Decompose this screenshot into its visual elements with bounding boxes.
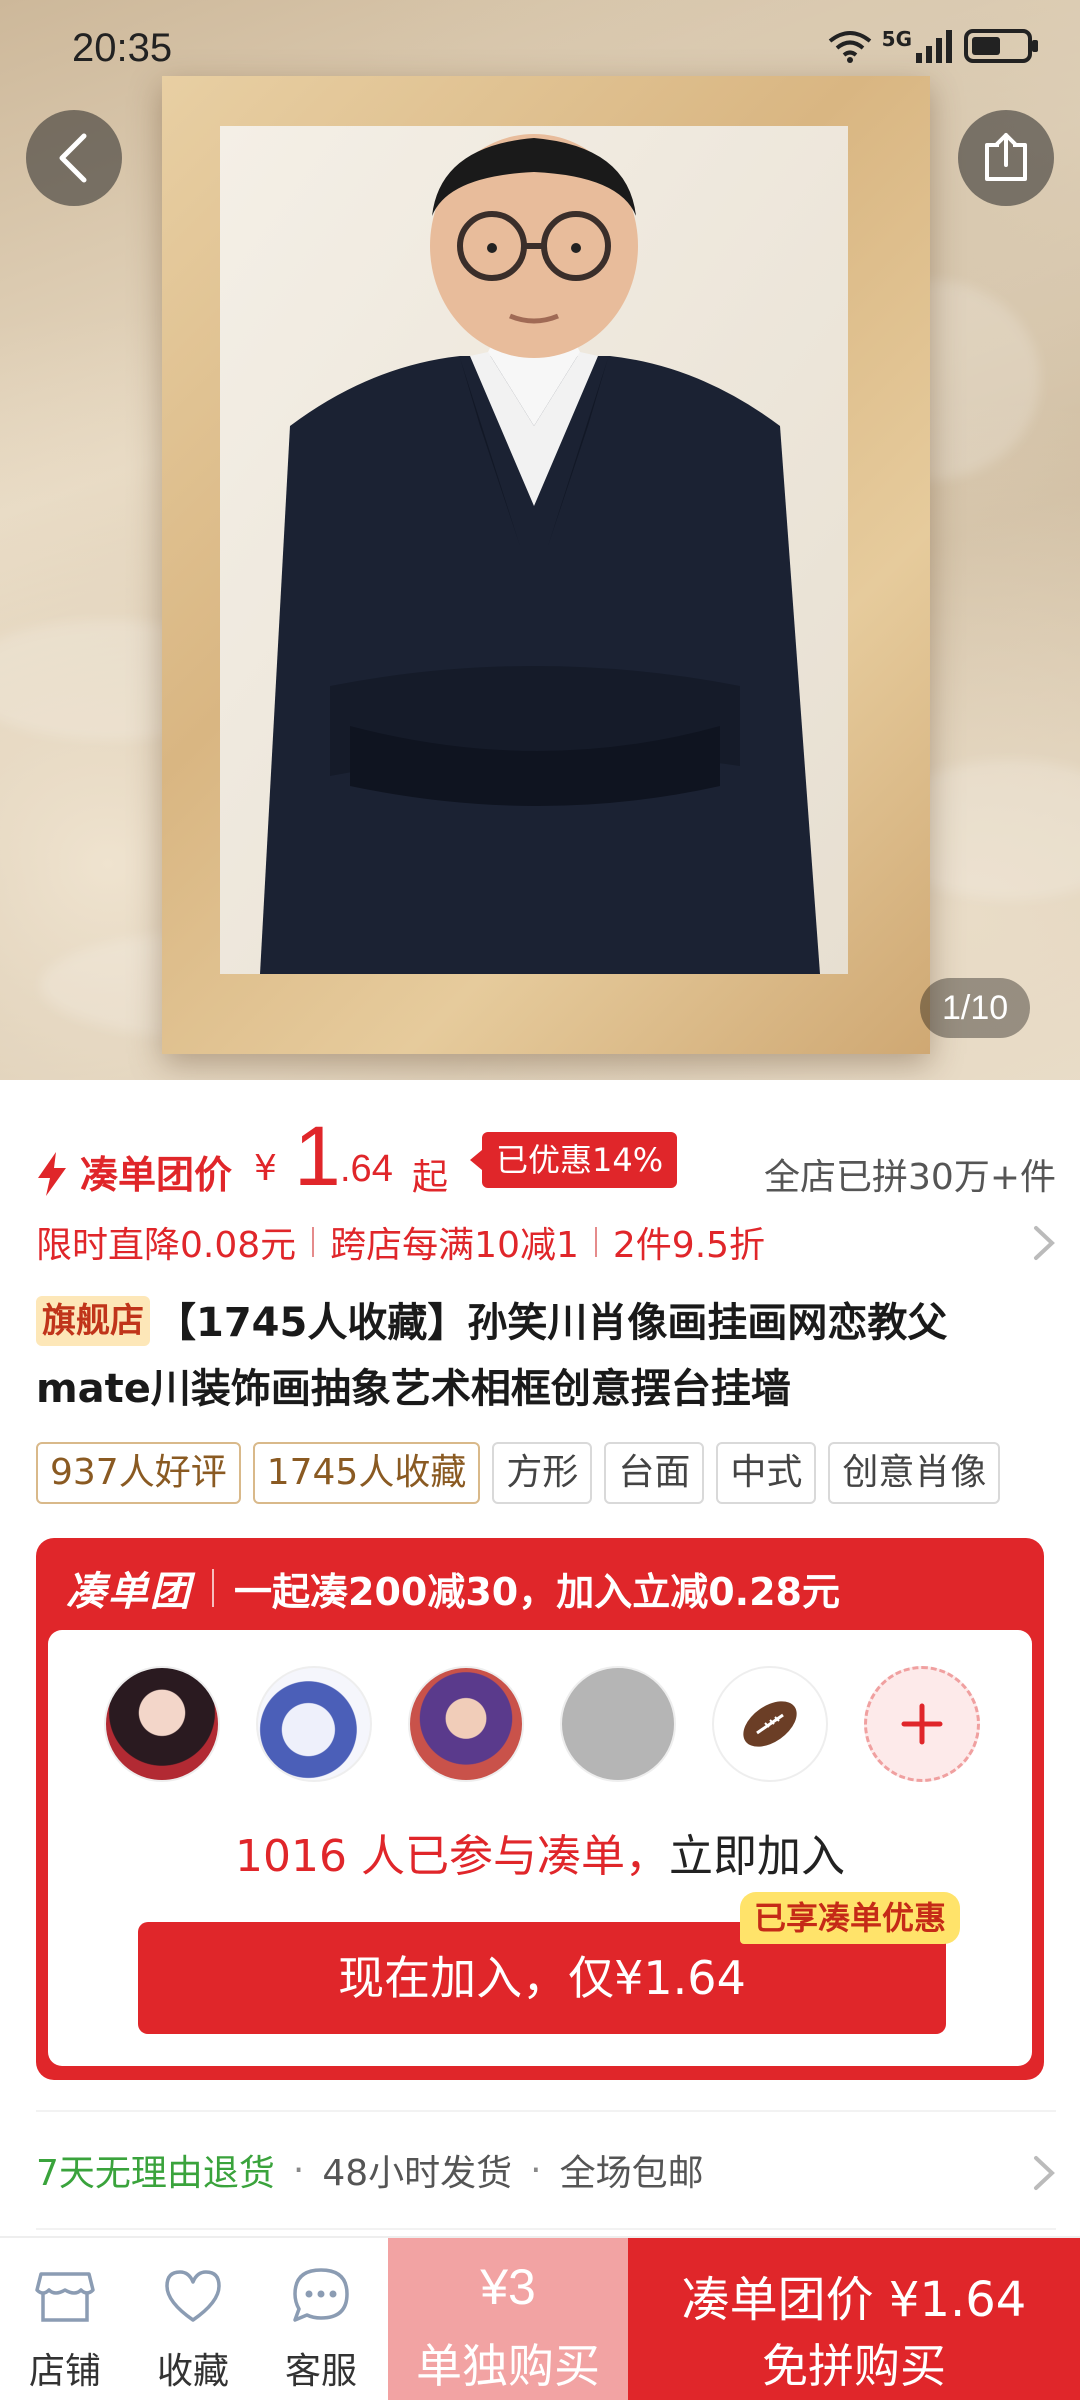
chevron-left-icon [59,133,87,183]
single-price: ¥3 [480,2259,536,2315]
product-title-text: 【1745人收藏】孙笑川肖像画挂画网恋教父mate川装饰画抽象艺术相框创意摆台挂… [36,1300,948,1412]
favorite-label: 收藏 [156,2351,229,2392]
sold-count: 全店已拼30万+件 [764,1157,1056,1198]
share-icon [985,133,1027,181]
free-shipping: 全场包邮 [559,2153,704,2194]
store-icon [35,2272,95,2322]
favorite-button[interactable]: 收藏 [128,2238,258,2400]
avatar[interactable] [712,1666,828,1782]
tag-reviews[interactable]: 937人好评 [36,1442,241,1504]
participants-summary: 1016 人已参与凑单，立即加入 [48,1820,1032,1884]
product-image-gallery[interactable]: 20:35 5G 1/10 [0,0,1080,1080]
shipping-time: 48小时发货 [322,2153,513,2194]
flagship-store-tag: 旗舰店 [36,1296,150,1346]
customer-service-button[interactable]: 客服 [256,2238,386,2400]
tag-style[interactable]: 中式 [716,1442,817,1504]
participants-count: 1016 人已参与凑单， [235,1831,669,1882]
wifi-icon [828,31,871,63]
photo-frame [162,76,930,1054]
group-buy-header: 凑单团 一起凑200减30，加入立减0.28元 [66,1556,840,1620]
tag-row: 937人好评 1745人收藏 方形 台面 中式 创意肖像 [36,1442,1080,1504]
tag-shape[interactable]: 方形 [492,1442,593,1504]
avatar[interactable] [104,1666,220,1782]
status-time: 20:35 [72,26,173,70]
service-separator: · [530,2149,542,2191]
portrait-illustration [220,126,848,974]
plus-icon [901,1703,943,1745]
group-buy-card: 凑单团 一起凑200减30，加入立减0.28元 1016 人已参与凑单，立即加入… [36,1538,1044,2080]
promotion-item: 跨店每满10减1 [330,1225,579,1266]
promotion-divider [594,1227,597,1257]
back-button[interactable] [26,110,122,206]
single-label: 单独购买 [416,2339,600,2393]
heart-icon [165,2270,221,2322]
status-bar: 20:35 5G [0,0,1080,100]
bottom-action-bar: 店铺 收藏 客服 ¥3 单独购买 凑单团价 ¥1.64 免拼购买 [0,2236,1080,2400]
group-label: 免拼购买 [762,2339,946,2393]
status-icons: 5G [828,27,1040,64]
promotion-row[interactable]: 限时直降0.08元 跨店每满10减1 2件9.5折 [36,1212,1056,1272]
football-icon [743,1701,797,1747]
product-title: 旗舰店 【1745人收藏】孙笑川肖像画挂画网恋教父mate川装饰画抽象艺术相框创意… [36,1290,1046,1422]
add-participant-button[interactable] [864,1666,980,1782]
group-buy-button[interactable]: 凑单团价 ¥1.64 免拼购买 [628,2238,1080,2400]
battery-icon [964,29,1038,63]
tag-theme[interactable]: 创意肖像 [828,1442,1001,1504]
price-decimal: .64 [340,1148,393,1190]
customer-service-label: 客服 [284,2351,357,2392]
chevron-right-icon [1034,2156,1055,2190]
promotion-divider [312,1227,315,1257]
group-buy-body: 1016 人已参与凑单，立即加入 现在加入，仅¥1.64 已享凑单优惠 [48,1630,1032,2066]
price-label: 凑单团价 [80,1153,233,1197]
share-button[interactable] [958,110,1054,206]
price-currency: ¥ [254,1148,277,1189]
service-separator: · [292,2149,305,2191]
discount-applied-badge: 已享凑单优惠 [740,1892,961,1944]
avatar[interactable] [408,1666,524,1782]
image-counter: 1/10 [920,978,1031,1038]
network-type: 5G [881,27,912,51]
service-guarantees[interactable]: 7天无理由退货 · 48小时发货 · 全场包邮 [36,2110,1056,2230]
lightning-icon [38,1152,66,1196]
price-row: 凑单团价 ¥ 1 .64 起 已优惠14% 全店已拼30万+件 [36,1108,1056,1208]
avatar[interactable] [256,1666,372,1782]
chevron-right-icon [1034,1226,1055,1260]
signal-icon [916,30,952,63]
avatar[interactable] [560,1666,676,1782]
group-buy-headline: 一起凑200减30，加入立减0.28元 [234,1569,840,1614]
buy-alone-button[interactable]: ¥3 单独购买 [388,2238,628,2400]
discount-badge: 已优惠14% [469,1132,678,1188]
price-suffix: 起 [412,1157,449,1198]
store-button[interactable]: 店铺 [0,2238,130,2400]
join-prompt: 立即加入 [668,1831,845,1882]
header-divider [212,1569,214,1607]
tag-placement[interactable]: 台面 [604,1442,705,1504]
group-buy-logo: 凑单团 [66,1569,192,1615]
promotion-item: 限时直降0.08元 [36,1225,297,1266]
tag-favorites[interactable]: 1745人收藏 [252,1442,481,1504]
return-policy: 7天无理由退货 [36,2153,275,2194]
portrait-photo [220,126,848,974]
group-price: 凑单团价 ¥1.64 [681,2272,1027,2328]
promotion-item: 2件9.5折 [612,1225,766,1266]
participant-avatars [104,1666,984,1786]
chat-icon [293,2268,349,2322]
price-integer: 1 [294,1109,341,1203]
store-label: 店铺 [28,2351,101,2392]
